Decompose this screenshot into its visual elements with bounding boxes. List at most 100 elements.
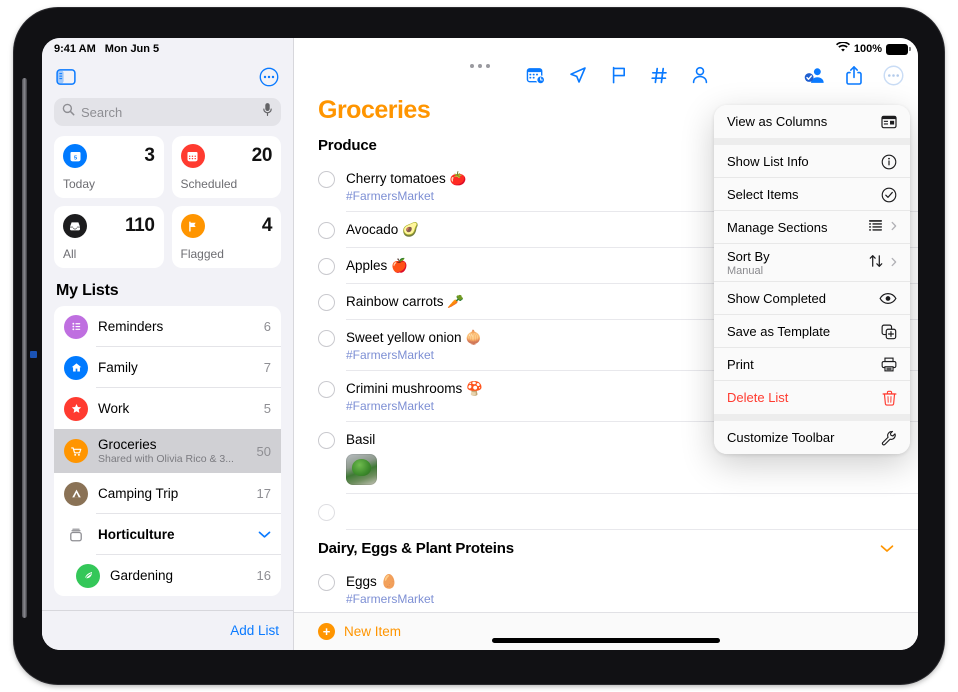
menu-item-sublabel: Manual [727, 265, 764, 277]
chevron-down-icon[interactable] [258, 526, 271, 544]
menu-item-sort-by[interactable]: Sort By Manual [714, 244, 910, 282]
menu-item-label: Sort By [727, 249, 770, 264]
chevron-down-icon[interactable] [880, 541, 894, 556]
sidebar-item-family[interactable]: Family 7 [54, 347, 281, 388]
sidebar-item-count: 7 [263, 360, 271, 375]
battery-full-icon [886, 43, 911, 55]
sidebar-item-subtitle: Shared with Olivia Rico & 3... [98, 453, 234, 465]
search-placeholder: Search [81, 104, 123, 120]
complete-circle-icon[interactable] [318, 330, 335, 347]
sidebar-item-label: Groceries [98, 437, 157, 452]
wrench-icon [881, 430, 897, 446]
menu-item-customize-toolbar[interactable]: Customize Toolbar [714, 421, 910, 454]
complete-circle-icon[interactable] [318, 574, 335, 591]
section-title: Dairy, Eggs & Plant Proteins [318, 540, 514, 557]
menu-item-manage-sections[interactable]: Manage Sections [714, 211, 910, 244]
complete-circle-icon[interactable] [318, 504, 335, 521]
status-bar: 9:41 AM Mon Jun 5 100% [42, 38, 918, 60]
add-list-button[interactable]: Add List [230, 623, 279, 638]
menu-item-label: Print [727, 357, 754, 372]
add-date-icon[interactable] [526, 66, 546, 85]
section-header-dairy-eggs-plant-proteins[interactable]: Dairy, Eggs & Plant Proteins [294, 530, 918, 564]
reminder-photo-attachment[interactable] [346, 454, 377, 485]
share-icon[interactable] [845, 65, 863, 86]
chevron-right-icon [891, 257, 897, 270]
folder-group-icon [64, 523, 88, 547]
reminder-item-empty[interactable] [294, 494, 918, 530]
add-tag-icon[interactable] [650, 66, 669, 85]
info-circle-icon [881, 154, 897, 170]
sidebar-item-reminders[interactable]: Reminders 6 [54, 306, 281, 347]
sidebar-toggle-icon[interactable] [56, 69, 76, 85]
complete-circle-icon[interactable] [318, 381, 335, 398]
home-indicator [492, 638, 720, 643]
complete-circle-icon[interactable] [318, 222, 335, 239]
collaborate-icon[interactable] [803, 65, 825, 85]
bullet-list-icon [64, 314, 88, 339]
my-lists-card: Reminders 6 Family 7 Work 5 Groceries Sh… [54, 306, 281, 596]
sidebar-item-count: 16 [256, 568, 271, 583]
add-location-icon[interactable] [568, 65, 588, 85]
sidebar-item-gardening[interactable]: Gardening 16 [54, 555, 281, 596]
menu-item-label: Select Items [727, 187, 799, 202]
sidebar-more-icon[interactable] [259, 67, 279, 87]
sidebar-item-count: 50 [256, 443, 271, 459]
menu-item-print[interactable]: Print [714, 348, 910, 381]
sidebar-item-camping-trip[interactable]: Camping Trip 17 [54, 473, 281, 514]
menu-item-select-items[interactable]: Select Items [714, 178, 910, 211]
status-date: Mon Jun 5 [104, 43, 160, 55]
columns-icon [881, 115, 897, 129]
complete-circle-icon[interactable] [318, 294, 335, 311]
sidebar-item-count: 5 [263, 401, 271, 416]
smart-list-all[interactable]: 110 All [54, 206, 164, 268]
section-title: Produce [318, 137, 377, 154]
smart-list-today[interactable]: 5 3 Today [54, 136, 164, 198]
smart-list-label: Scheduled [180, 177, 238, 191]
sidebar-group-label: Horticulture [98, 527, 175, 542]
ipad-screen: 9:41 AM Mon Jun 5 100% Search 5 3 Today … [42, 38, 918, 650]
chevron-right-icon [891, 221, 897, 234]
complete-circle-icon[interactable] [318, 258, 335, 275]
reminders-app: Search 5 3 Today 20 Scheduled 110 All 4 … [42, 38, 918, 650]
plus-circle-icon[interactable]: + [318, 623, 335, 640]
sidebar-group-horticulture[interactable]: Horticulture [54, 514, 281, 555]
smart-list-label: All [63, 247, 77, 261]
menu-item-save-as-template[interactable]: Save as Template [714, 315, 910, 348]
menu-item-view-as-columns[interactable]: View as Columns [714, 105, 910, 138]
search-container: Search [42, 90, 293, 126]
sidebar-item-label: Work [98, 401, 130, 416]
add-person-icon[interactable] [691, 65, 709, 85]
menu-item-show-completed[interactable]: Show Completed [714, 282, 910, 315]
microphone-icon[interactable] [262, 102, 273, 122]
tray-all-icon [63, 214, 87, 238]
search-icon [62, 103, 75, 121]
sidebar-item-groceries[interactable]: Groceries Shared with Olivia Rico & 3...… [54, 429, 281, 473]
status-bar-left: 9:41 AM Mon Jun 5 [54, 43, 159, 55]
smart-list-scheduled[interactable]: 20 Scheduled [171, 136, 281, 198]
sidebar-item-label: Camping Trip [98, 486, 179, 501]
menu-item-delete-list[interactable]: Delete List [714, 381, 910, 414]
smart-list-count: 20 [251, 145, 273, 166]
search-input[interactable]: Search [54, 98, 281, 126]
reminder-item[interactable]: Eggs 🥚 #FarmersMarket [294, 564, 918, 612]
sidebar-item-work[interactable]: Work 5 [54, 388, 281, 429]
new-item-bar[interactable]: + New Item [294, 612, 918, 650]
add-flag-icon[interactable] [610, 65, 628, 85]
menu-item-show-list-info[interactable]: Show List Info [714, 145, 910, 178]
ipad-device-frame: 9:41 AM Mon Jun 5 100% Search 5 3 Today … [14, 8, 944, 684]
more-icon[interactable] [883, 65, 904, 86]
menu-item-label: Show List Info [727, 154, 809, 169]
cart-icon [64, 439, 88, 463]
multitasking-handle[interactable] [470, 64, 490, 68]
complete-circle-icon[interactable] [318, 432, 335, 449]
sections-list-icon [867, 219, 884, 237]
complete-circle-icon[interactable] [318, 171, 335, 188]
smart-list-label: Flagged [180, 247, 224, 261]
smart-list-flagged[interactable]: 4 Flagged [171, 206, 281, 268]
reminder-tag[interactable]: #FarmersMarket [346, 592, 894, 606]
sidebar-footer: Add List [42, 610, 293, 650]
sidebar-item-count: 17 [256, 486, 271, 501]
calendar-today-icon: 5 [63, 144, 87, 168]
svg-text:5: 5 [73, 155, 76, 161]
device-bezel-marker [30, 351, 37, 358]
